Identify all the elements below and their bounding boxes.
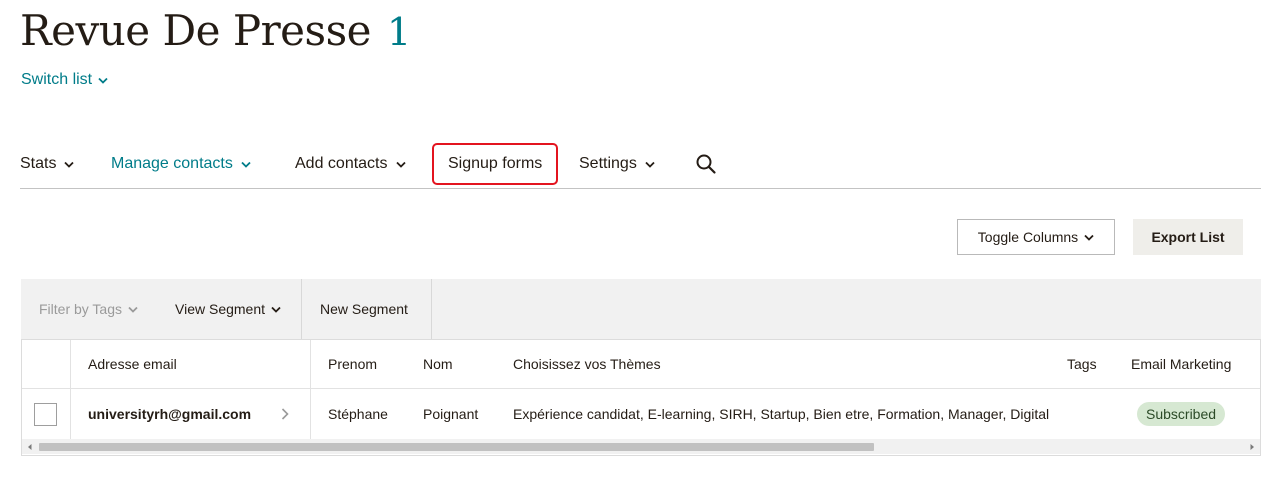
nav-settings[interactable]: Settings: [579, 143, 655, 185]
export-list-button[interactable]: Export List: [1133, 219, 1243, 255]
view-segment-label: View Segment: [175, 301, 266, 317]
filter-divider: [431, 279, 432, 339]
nav-stats[interactable]: Stats: [20, 143, 75, 185]
toggle-columns-label: Toggle Columns: [977, 229, 1079, 245]
column-header-email[interactable]: Adresse email: [88, 340, 177, 388]
page-title: Revue De Presse: [20, 6, 372, 55]
chevron-down-icon: [395, 161, 406, 168]
toggle-columns-button[interactable]: Toggle Columns: [957, 219, 1115, 255]
list-count: 1: [387, 10, 412, 54]
new-segment-button[interactable]: New Segment: [320, 279, 408, 339]
switch-list-label: Switch list: [21, 71, 93, 88]
nav-settings-label: Settings: [579, 155, 637, 172]
horizontal-scrollbar[interactable]: [22, 439, 1260, 454]
contacts-table: Adresse email Prenom Nom Choisissez vos …: [21, 340, 1261, 456]
chevron-down-icon: [128, 306, 138, 313]
nav-signup-forms[interactable]: Signup forms: [432, 143, 559, 185]
row-checkbox[interactable]: [34, 403, 57, 426]
column-separator: [70, 389, 71, 439]
nav-signup-forms-label: Signup forms: [448, 155, 543, 172]
table-row[interactable]: universityrh@gmail.com Stéphane Poignant…: [22, 389, 1260, 439]
chevron-down-icon: [64, 161, 75, 168]
nav-stats-label: Stats: [20, 155, 57, 172]
scroll-right-icon[interactable]: [1247, 442, 1257, 452]
chevron-down-icon: [98, 77, 108, 84]
nav-manage-contacts[interactable]: Manage contacts: [111, 143, 251, 185]
column-header-email-marketing[interactable]: Email Marketing: [1131, 340, 1231, 388]
filter-by-tags-label: Filter by Tags: [39, 301, 122, 317]
switch-list-dropdown[interactable]: Switch list: [21, 71, 108, 89]
column-header-nom[interactable]: Nom: [423, 340, 453, 388]
column-separator: [310, 340, 311, 388]
segment-filter-bar: Filter by Tags View Segment New Segment: [21, 279, 1261, 340]
chevron-down-icon: [645, 161, 655, 168]
nav-add-contacts-label: Add contacts: [295, 155, 388, 172]
filter-by-tags-dropdown[interactable]: Filter by Tags: [39, 279, 138, 339]
column-separator: [70, 340, 71, 388]
contact-themes: Expérience candidat, E-learning, SIRH, S…: [513, 406, 1050, 422]
contact-prenom: Stéphane: [328, 406, 388, 422]
view-segment-dropdown[interactable]: View Segment: [175, 279, 281, 339]
scroll-left-icon[interactable]: [25, 442, 35, 452]
chevron-right-icon[interactable]: [281, 408, 289, 420]
column-header-prenom[interactable]: Prenom: [328, 340, 377, 388]
search-icon[interactable]: [695, 153, 717, 175]
status-badge: Subscribed: [1137, 402, 1226, 426]
chevron-down-icon: [1084, 234, 1094, 241]
list-nav: Stats Manage contacts Add contacts Signu…: [20, 143, 1261, 189]
filter-divider: [301, 279, 302, 339]
chevron-down-icon: [241, 161, 251, 168]
column-separator: [310, 389, 311, 439]
table-header-row: Adresse email Prenom Nom Choisissez vos …: [22, 340, 1260, 389]
column-header-themes[interactable]: Choisissez vos Thèmes: [513, 340, 661, 388]
chevron-down-icon: [271, 306, 281, 313]
scrollbar-thumb[interactable]: [39, 443, 874, 451]
nav-manage-contacts-label: Manage contacts: [111, 155, 233, 172]
contact-email[interactable]: universityrh@gmail.com: [88, 389, 251, 439]
column-header-tags[interactable]: Tags: [1067, 340, 1097, 388]
page-header: Revue De Presse 1: [20, 6, 411, 55]
contact-nom: Poignant: [423, 406, 479, 422]
nav-add-contacts[interactable]: Add contacts: [295, 143, 406, 185]
